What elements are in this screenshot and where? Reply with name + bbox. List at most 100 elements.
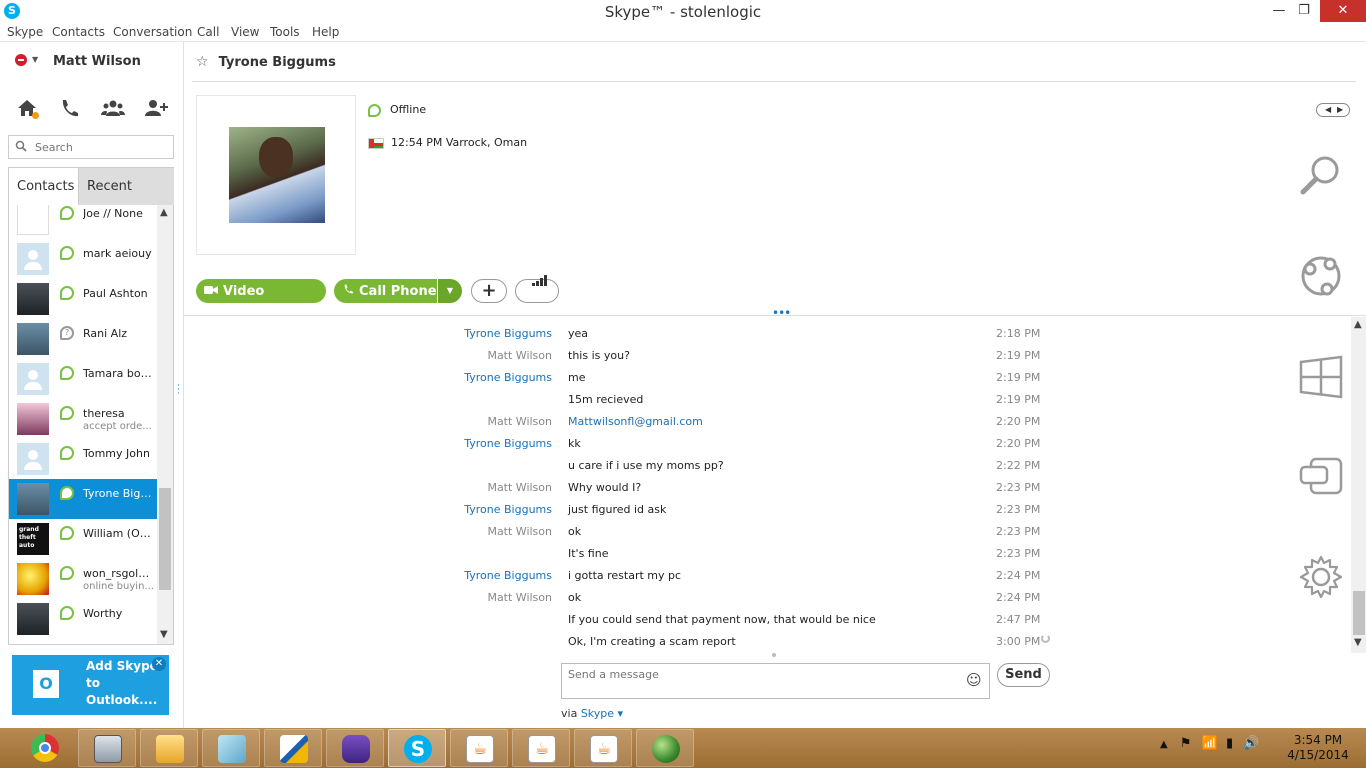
profile-picture[interactable] [229, 127, 325, 223]
video-message-button[interactable]: Video Message [196, 279, 326, 323]
call-options-dropdown[interactable]: ▼ [437, 279, 462, 303]
menu-view[interactable]: View [231, 25, 259, 39]
outlook-promo-banner[interactable]: O Add Skype to Outlook.... ✕ [12, 655, 169, 715]
taskbar-paint[interactable] [264, 729, 322, 767]
tab-contacts[interactable]: Contacts [9, 168, 79, 206]
user-name[interactable]: Matt Wilson [53, 54, 141, 69]
message-input[interactable] [568, 668, 958, 694]
contact-item[interactable]: Joe // None [9, 205, 157, 239]
settings-charm-icon[interactable] [1297, 553, 1345, 601]
message-sender[interactable]: Tyrone Biggums [384, 437, 552, 450]
menu-help[interactable]: Help [312, 25, 339, 39]
phone-icon [342, 279, 354, 303]
group-icon[interactable] [100, 97, 126, 121]
status-text: Offline [390, 103, 427, 116]
avatar [17, 443, 49, 475]
taskbar-calculator[interactable] [78, 729, 136, 767]
search-charm-icon[interactable] [1297, 152, 1345, 200]
contact-list-scrollbar[interactable]: ▲ ▼ [157, 205, 173, 644]
taskbar-skype[interactable]: S [388, 729, 446, 767]
menu-conversation[interactable]: Conversation [113, 25, 192, 39]
contact-item[interactable]: won_rsgold... online buyin... [9, 559, 157, 599]
scrollbar-thumb[interactable] [159, 488, 171, 590]
message-sender[interactable]: Tyrone Biggums [384, 503, 552, 516]
message-sender[interactable]: Tyrone Biggums [384, 327, 552, 340]
volume-icon[interactable]: 🔊 [1243, 736, 1259, 751]
chevron-up-icon[interactable]: ▲ [160, 207, 168, 218]
message-sender[interactable]: Matt Wilson [384, 525, 552, 538]
contact-item[interactable]: Tamara bou... [9, 359, 157, 399]
emoticon-icon[interactable]: ☺ [966, 671, 982, 689]
close-icon[interactable]: ✕ [152, 657, 166, 671]
message-text: 15m recieved [568, 393, 644, 406]
menu-tools[interactable]: Tools [270, 25, 300, 39]
message-sender[interactable]: Tyrone Biggums [384, 569, 552, 582]
tab-recent[interactable]: Recent [79, 168, 174, 206]
send-button[interactable]: Send [997, 663, 1050, 687]
network-signal-icon[interactable]: 📶 [1202, 736, 1218, 751]
taskbar-java-1[interactable]: ☕ [450, 729, 508, 767]
menu-call[interactable]: Call [197, 25, 219, 39]
user-status-icon[interactable] [15, 54, 27, 66]
chevron-down-icon[interactable]: ▼ [1354, 637, 1362, 648]
phone-icon[interactable] [56, 97, 82, 121]
message-scrollbar[interactable]: ▲ ▼ [1351, 317, 1366, 653]
contact-item[interactable]: grand theft auto William (Ony... [9, 519, 157, 559]
contact-item[interactable]: mark aeiouy [9, 239, 157, 279]
profile-picture-frame [196, 95, 356, 255]
call-quality-button[interactable] [515, 275, 559, 303]
contact-item-selected[interactable]: Tyrone Bigg... [9, 479, 157, 519]
start-charm-icon[interactable] [1297, 353, 1345, 401]
chevron-up-icon[interactable]: ▲ [1354, 319, 1362, 330]
show-hidden-icons-icon[interactable]: ▲ [1160, 739, 1168, 750]
battery-icon[interactable]: ▮ [1226, 736, 1233, 751]
menu-contacts[interactable]: Contacts [52, 25, 105, 39]
contact-item[interactable]: Paul Ashton [9, 279, 157, 319]
menu-skype[interactable]: Skype [7, 25, 43, 39]
taskbar-java-3[interactable]: ☕ [574, 729, 632, 767]
chevron-left-icon[interactable]: ◀ [1325, 105, 1331, 114]
contact-item[interactable]: Tommy John [9, 439, 157, 479]
message-sender[interactable]: Matt Wilson [384, 591, 552, 604]
contact-item[interactable]: Worthy [9, 599, 157, 639]
restore-button[interactable]: ❐ [1289, 0, 1319, 22]
panel-splitter-handle[interactable]: · · · [177, 382, 180, 399]
taskbar-clock[interactable]: 3:54 PM 4/15/2014 [1283, 733, 1353, 763]
contact-item[interactable]: theresa accept orde... [9, 399, 157, 439]
search-input[interactable] [35, 139, 169, 155]
taskbar-emulator[interactable] [326, 729, 384, 767]
avatar [17, 243, 49, 275]
taskbar-notepad[interactable] [202, 729, 260, 767]
message-sender[interactable]: Matt Wilson [384, 415, 552, 428]
taskbar-file-explorer[interactable] [140, 729, 198, 767]
taskbar-globe[interactable] [636, 729, 694, 767]
message-text: ok [568, 591, 582, 604]
chevron-down-icon[interactable]: ▼ [160, 629, 168, 640]
via-selector[interactable]: Skype ▾ [581, 707, 623, 720]
action-center-flag-icon[interactable]: ⚑ [1180, 736, 1192, 751]
close-button[interactable]: ✕ [1320, 0, 1366, 22]
taskbar-chrome[interactable] [16, 729, 74, 767]
devices-charm-icon[interactable] [1297, 453, 1345, 501]
search-box[interactable] [8, 135, 174, 159]
message-compose-box[interactable]: ☺ [561, 663, 990, 699]
taskbar-java-2[interactable]: ☕ [512, 729, 570, 767]
chevron-down-icon[interactable]: ▼ [32, 55, 38, 64]
resize-handle[interactable]: ••• [772, 306, 791, 320]
message-sender[interactable]: Matt Wilson [384, 349, 552, 362]
call-phone-button[interactable]: Call Phone [334, 279, 438, 303]
star-icon[interactable]: ☆ [196, 54, 209, 70]
share-charm-icon[interactable] [1297, 252, 1345, 300]
profile-nav-arrows[interactable]: ◀ ▶ [1316, 103, 1350, 117]
message-sender[interactable]: Tyrone Biggums [384, 371, 552, 384]
message-sender[interactable]: Matt Wilson [384, 481, 552, 494]
contact-item[interactable]: ? Rani Alz [9, 319, 157, 359]
compose-resize-handle[interactable] [772, 653, 776, 657]
contact-status: Offline [368, 103, 426, 117]
message-email-link[interactable]: Mattwilsonfl@gmail.com [568, 415, 703, 428]
scrollbar-thumb[interactable] [1353, 591, 1365, 635]
contact-name: won_rsgold... [83, 567, 155, 580]
chevron-right-icon[interactable]: ▶ [1337, 105, 1343, 114]
add-people-button[interactable]: + [471, 279, 507, 303]
add-contact-icon[interactable] [144, 97, 170, 121]
